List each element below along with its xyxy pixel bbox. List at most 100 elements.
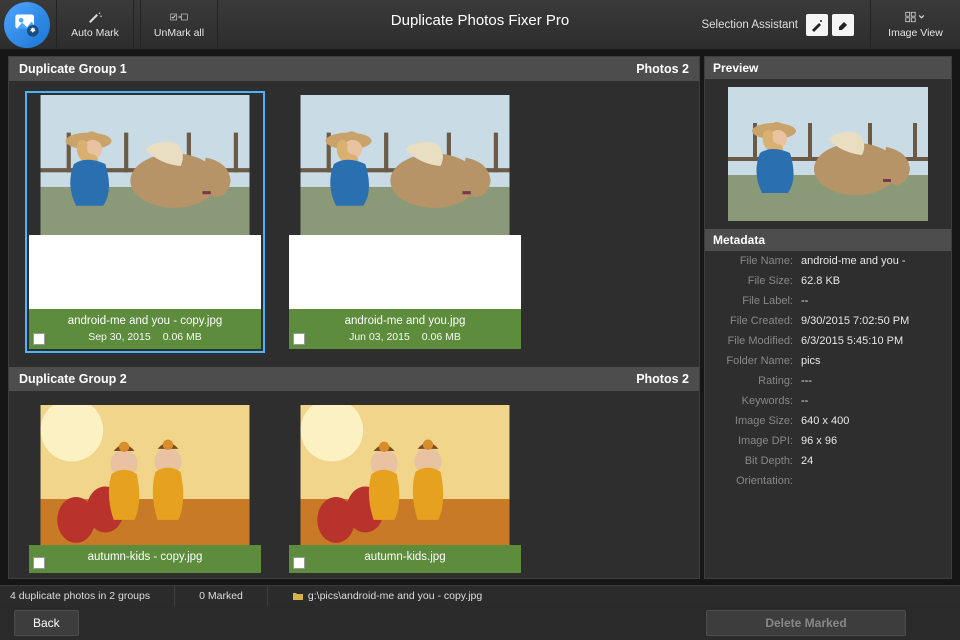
photo-checkbox[interactable] — [33, 557, 45, 569]
metadata-row: File Label:-- — [705, 291, 951, 311]
app-title: Duplicate Photos Fixer Pro — [391, 12, 569, 29]
group-count: Photos 2 — [636, 62, 689, 76]
metadata-key: File Label: — [709, 295, 801, 307]
photo-filename: autumn-kids - copy.jpg — [33, 551, 257, 563]
app-logo — [4, 2, 50, 48]
group-thumbs: android-me and you - copy.jpg Sep 30, 201… — [9, 91, 699, 367]
photo-caption: autumn-kids.jpg — [289, 545, 521, 573]
group-header[interactable]: Duplicate Group 2 Photos 2 — [9, 367, 699, 391]
wand-dark-icon — [810, 18, 824, 32]
selection-tool-1-button[interactable] — [806, 14, 828, 36]
unmark-all-button[interactable]: UnMark all — [140, 0, 218, 50]
metadata-row: File Created:9/30/2015 7:02:50 PM — [705, 311, 951, 331]
metadata-key: File Name: — [709, 255, 801, 267]
metadata-value: 6/3/2015 5:45:10 PM — [801, 335, 947, 347]
results-panel: Duplicate Group 1 Photos 2 android-me and … — [8, 56, 700, 579]
auto-mark-button[interactable]: Auto Mark — [56, 0, 134, 50]
photo-size: 0.06 MB — [163, 331, 202, 343]
metadata-key: Bit Depth: — [709, 455, 801, 467]
status-bar: 4 duplicate photos in 2 groups 0 Marked … — [0, 585, 960, 605]
toolbar: Auto Mark UnMark all Duplicate Photos Fi… — [0, 0, 960, 50]
metadata-key: File Modified: — [709, 335, 801, 347]
photo-card[interactable]: autumn-kids.jpg — [285, 401, 525, 577]
group-thumbs: autumn-kids - copy.jpg autumn-kids.jpg — [9, 401, 699, 578]
metadata-value: -- — [801, 395, 947, 407]
photo-checkbox[interactable] — [293, 333, 305, 345]
photo-date: Sep 30, 2015 — [88, 331, 150, 343]
metadata-value — [801, 475, 947, 487]
selection-tool-2-button[interactable] — [832, 14, 854, 36]
metadata-key: Keywords: — [709, 395, 801, 407]
group-header[interactable]: Duplicate Group 1 Photos 2 — [9, 57, 699, 81]
metadata-key: File Created: — [709, 315, 801, 327]
photo-card[interactable]: autumn-kids - copy.jpg — [25, 401, 265, 577]
metadata-value: --- — [801, 375, 947, 387]
unmark-all-label: UnMark all — [154, 27, 204, 39]
image-view-button[interactable]: Image View — [870, 0, 960, 50]
photo-card[interactable]: android-me and you - copy.jpg Sep 30, 201… — [25, 91, 265, 353]
photo-caption: android-me and you.jpg Jun 03, 2015 0.06 M… — [289, 309, 521, 349]
metadata-list[interactable]: File Name:android-me and you -File Size:… — [705, 251, 951, 578]
metadata-value: -- — [801, 295, 947, 307]
photo-caption: android-me and you - copy.jpg Sep 30, 201… — [29, 309, 261, 349]
photo-card[interactable]: android-me and you.jpg Jun 03, 2015 0.06 M… — [285, 91, 525, 353]
group-title: Duplicate Group 2 — [19, 372, 127, 386]
metadata-value: 24 — [801, 455, 947, 467]
results-scroll[interactable]: Duplicate Group 1 Photos 2 android-me and … — [9, 57, 699, 578]
status-path-text: g:\pics\android-me and you - copy.jpg — [308, 590, 482, 602]
image-view-label: Image View — [888, 27, 943, 39]
metadata-row: File Size:62.8 KB — [705, 271, 951, 291]
photo-checkbox[interactable] — [33, 333, 45, 345]
status-marked: 0 Marked — [199, 586, 268, 606]
eraser-icon — [836, 18, 850, 32]
metadata-row: Keywords:-- — [705, 391, 951, 411]
metadata-row: File Modified:6/3/2015 5:45:10 PM — [705, 331, 951, 351]
photo-filename: autumn-kids.jpg — [293, 551, 517, 563]
metadata-header: Metadata — [705, 229, 951, 251]
metadata-value: 640 x 400 — [801, 415, 947, 427]
metadata-value: 96 x 96 — [801, 435, 947, 447]
metadata-key: Image DPI: — [709, 435, 801, 447]
wand-icon — [86, 10, 104, 24]
metadata-value: 9/30/2015 7:02:50 PM — [801, 315, 947, 327]
auto-mark-label: Auto Mark — [71, 27, 119, 39]
metadata-row: Folder Name:pics — [705, 351, 951, 371]
metadata-row: Orientation: — [705, 471, 951, 491]
folder-icon — [292, 590, 304, 602]
unmark-icon — [170, 10, 188, 24]
metadata-key: File Size: — [709, 275, 801, 287]
metadata-row: Image DPI:96 x 96 — [705, 431, 951, 451]
metadata-value: 62.8 KB — [801, 275, 947, 287]
metadata-row: Rating:--- — [705, 371, 951, 391]
metadata-key: Rating: — [709, 375, 801, 387]
photo-thumbnail — [29, 95, 261, 235]
photo-thumbnail — [29, 405, 261, 545]
photo-checkbox[interactable] — [293, 557, 305, 569]
metadata-key: Folder Name: — [709, 355, 801, 367]
metadata-row: File Name:android-me and you - — [705, 251, 951, 271]
metadata-row: Image Size:640 x 400 — [705, 411, 951, 431]
photo-date: Jun 03, 2015 — [349, 331, 410, 343]
metadata-key: Image Size: — [709, 415, 801, 427]
status-path: g:\pics\android-me and you - copy.jpg — [292, 586, 506, 606]
selection-assistant-label: Selection Assistant — [701, 19, 798, 31]
metadata-row: Bit Depth:24 — [705, 451, 951, 471]
status-summary: 4 duplicate photos in 2 groups — [10, 586, 175, 606]
delete-marked-button[interactable]: Delete Marked — [706, 610, 906, 636]
footer-bar: Back Delete Marked — [0, 605, 960, 640]
photo-thumbnail — [289, 405, 521, 545]
back-button[interactable]: Back — [14, 610, 79, 636]
grid-icon — [905, 10, 927, 24]
preview-image — [705, 79, 951, 229]
photo-filename: android-me and you.jpg — [293, 315, 517, 327]
metadata-value: android-me and you - — [801, 255, 947, 267]
group-count: Photos 2 — [636, 372, 689, 386]
group-title: Duplicate Group 1 — [19, 62, 127, 76]
preview-header: Preview — [705, 57, 951, 79]
side-panel: Preview Metadata File Name:android-me an… — [704, 56, 952, 579]
photo-size: 0.06 MB — [422, 331, 461, 343]
photo-filename: android-me and you - copy.jpg — [33, 315, 257, 327]
metadata-value: pics — [801, 355, 947, 367]
photo-thumbnail — [289, 95, 521, 235]
photo-caption: autumn-kids - copy.jpg — [29, 545, 261, 573]
